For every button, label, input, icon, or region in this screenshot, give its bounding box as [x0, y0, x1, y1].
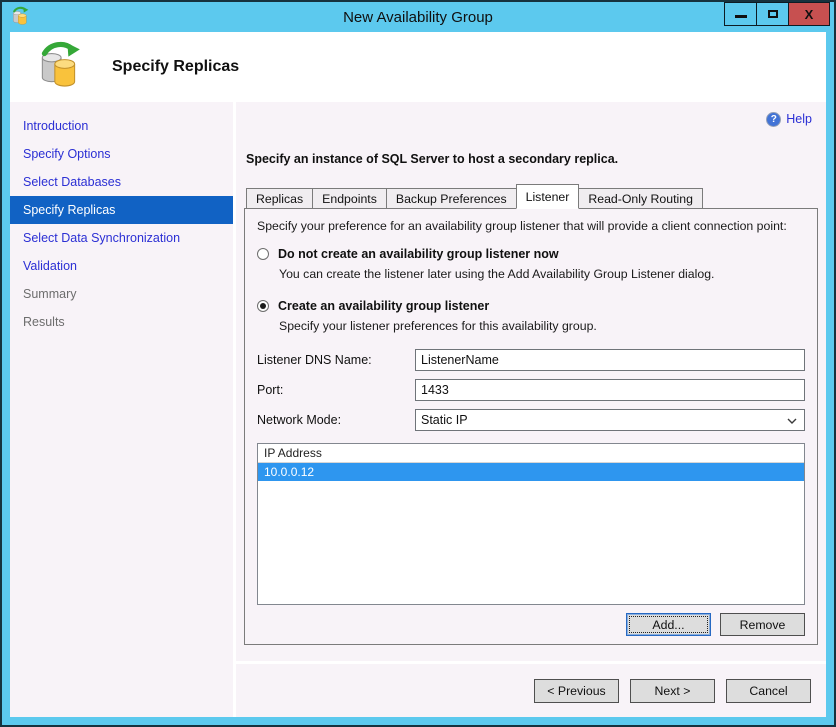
chevron-down-icon: [787, 413, 797, 427]
specify-replicas-icon: [34, 40, 84, 95]
new-availability-group-window: New Availability Group X Specify Replica…: [0, 0, 836, 727]
dns-name-row: Listener DNS Name:: [257, 349, 805, 371]
ip-list-buttons: Add... Remove: [257, 613, 805, 636]
close-icon: X: [804, 6, 814, 22]
sidebar-item-specify-options[interactable]: Specify Options: [10, 140, 233, 168]
cancel-button[interactable]: Cancel: [726, 678, 811, 703]
sidebar-item-results: Results: [23, 315, 65, 329]
minimize-button[interactable]: [724, 2, 757, 26]
help-label: Help: [786, 112, 812, 126]
radio-option-create-listener[interactable]: Create an availability group listener: [257, 299, 805, 313]
tab-endpoints[interactable]: Endpoints: [312, 188, 387, 209]
main-panel: ? Help Specify an instance of SQL Server…: [236, 102, 826, 661]
sidebar-item-introduction[interactable]: Introduction: [10, 112, 233, 140]
tab-backup-preferences[interactable]: Backup Preferences: [385, 188, 517, 209]
tab-read-only-routing[interactable]: Read-Only Routing: [578, 188, 703, 209]
network-mode-select[interactable]: Static IP: [415, 409, 805, 431]
network-mode-label: Network Mode:: [257, 413, 342, 427]
radio-unchecked-icon[interactable]: [257, 248, 269, 260]
port-row: Port:: [257, 379, 805, 401]
sidebar-item-select-databases[interactable]: Select Databases: [10, 168, 233, 196]
previous-button[interactable]: < Previous: [534, 678, 619, 703]
radio-option-no-listener[interactable]: Do not create an availability group list…: [257, 247, 805, 261]
add-button[interactable]: Add...: [626, 613, 711, 636]
sidebar-item-specify-replicas[interactable]: Specify Replicas: [10, 196, 233, 224]
tab-replicas[interactable]: Replicas: [246, 188, 314, 209]
remove-button[interactable]: Remove: [720, 613, 805, 636]
port-input[interactable]: [415, 379, 805, 401]
ip-address-row[interactable]: 10.0.0.12: [258, 463, 804, 481]
page-title: Specify Replicas: [112, 58, 240, 75]
tab-listener[interactable]: Listener: [515, 184, 580, 209]
content-area: Introduction Specify Options Select Data…: [10, 102, 826, 717]
page-instruction: Specify an instance of SQL Server to hos…: [246, 152, 619, 166]
window-controls: X: [724, 2, 830, 26]
maximize-icon: [767, 10, 778, 18]
replica-tabs: Replicas Endpoints Backup Preferences Li…: [244, 184, 818, 209]
sidebar-item-validation[interactable]: Validation: [10, 252, 233, 280]
main-column: ? Help Specify an instance of SQL Server…: [236, 102, 826, 717]
wizard-footer: < Previous Next > Cancel: [236, 664, 826, 717]
minimize-icon: [734, 15, 747, 18]
ip-address-column-header: IP Address: [258, 444, 804, 463]
dns-name-label: Listener DNS Name:: [257, 353, 372, 367]
maximize-button[interactable]: [756, 2, 789, 26]
option-create-listener-label: Create an availability group listener: [278, 299, 490, 313]
dns-name-input[interactable]: [415, 349, 805, 371]
wizard-header: Specify Replicas: [10, 32, 826, 102]
option-create-listener-desc: Specify your listener preferences for th…: [279, 319, 597, 333]
network-mode-row: Network Mode: Static IP: [257, 409, 805, 431]
option-no-listener-desc: You can create the listener later using …: [279, 267, 715, 281]
wizard-steps-sidebar: Introduction Specify Options Select Data…: [10, 102, 233, 717]
network-mode-value: Static IP: [421, 413, 468, 427]
port-label: Port:: [257, 383, 284, 397]
close-button[interactable]: X: [788, 2, 830, 26]
help-icon: ?: [766, 111, 782, 127]
ip-address-list: IP Address 10.0.0.12: [257, 443, 805, 605]
option-no-listener-label: Do not create an availability group list…: [278, 247, 559, 261]
sidebar-item-select-data-synchronization[interactable]: Select Data Synchronization: [10, 224, 233, 252]
next-button[interactable]: Next >: [630, 678, 715, 703]
window-title: New Availability Group: [343, 8, 493, 26]
sidebar-item-summary: Summary: [23, 287, 77, 301]
help-link[interactable]: ? Help: [244, 110, 818, 128]
listener-tab-panel: Specify your preference for an availabil…: [244, 208, 818, 645]
title-bar: New Availability Group X: [2, 2, 834, 32]
listener-intro-text: Specify your preference for an availabil…: [257, 219, 787, 233]
radio-checked-icon[interactable]: [257, 300, 269, 312]
dialog-frame: Specify Replicas Introduction Specify Op…: [10, 32, 826, 717]
